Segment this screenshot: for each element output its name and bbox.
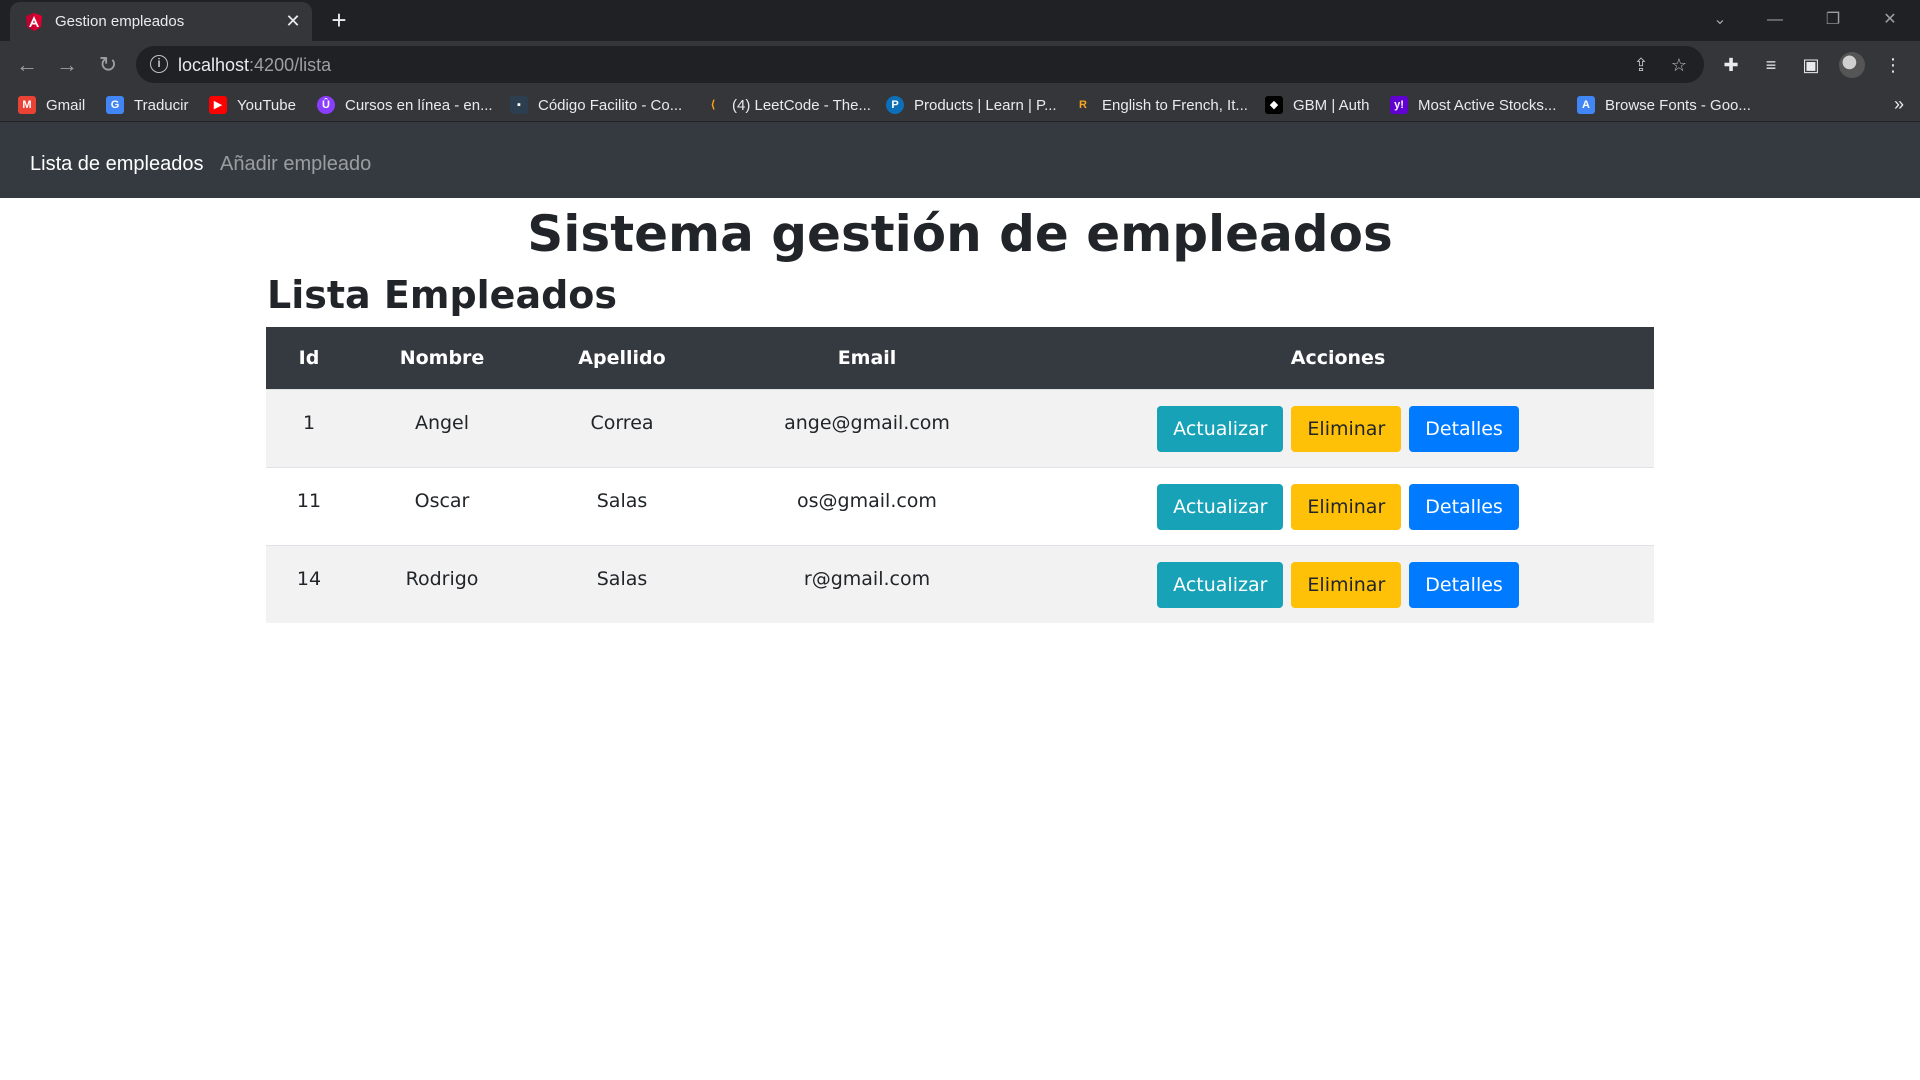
tab-title: Gestion empleados bbox=[55, 13, 185, 30]
bookmark-gmail[interactable]: M Gmail bbox=[18, 94, 85, 116]
cell-id: 1 bbox=[302, 411, 316, 434]
app-navbar: Lista de empleados Añadir empleado bbox=[0, 122, 1920, 198]
profile-avatar[interactable] bbox=[1839, 52, 1865, 78]
cell-nombre: Rodrigo bbox=[405, 567, 479, 590]
nav-lista-empleados[interactable]: Lista de empleados bbox=[30, 153, 203, 176]
delete-button[interactable]: Eliminar bbox=[1291, 405, 1402, 452]
forward-icon[interactable]: → bbox=[52, 50, 82, 80]
url-text: localhost:4200/lista bbox=[178, 55, 332, 75]
table-header: Id Nombre Apellido Email Acciones bbox=[266, 327, 1654, 389]
address-bar[interactable]: i localhost:4200/lista ⇪ ☆ bbox=[136, 46, 1704, 83]
table-row: 14 Rodrigo Salas r@gmail.com Actualizar E… bbox=[266, 545, 1654, 623]
bookmark-google-fonts[interactable]: A Browse Fonts - Goo... bbox=[1577, 94, 1751, 116]
side-panel-icon[interactable]: ▣ bbox=[1797, 51, 1825, 79]
tab-search-icon[interactable]: ⌄ bbox=[1700, 6, 1740, 34]
delete-button[interactable]: Eliminar bbox=[1291, 483, 1402, 530]
more-bookmarks-icon[interactable]: » bbox=[1894, 94, 1904, 115]
restore-icon[interactable]: ❐ bbox=[1813, 6, 1853, 34]
bookmark-yahoo[interactable]: y! Most Active Stocks... bbox=[1390, 94, 1556, 116]
cell-actions: Actualizar Eliminar Detalles bbox=[1022, 545, 1654, 623]
details-button[interactable]: Detalles bbox=[1409, 405, 1519, 452]
header-nombre: Nombre bbox=[399, 346, 485, 369]
cell-nombre: Angel bbox=[414, 411, 470, 434]
browser-toolbar: ← → ↻ i localhost:4200/lista ⇪ ☆ ✚ ≡ ▣ ⋮ bbox=[0, 41, 1920, 88]
cell-apellido: Correa bbox=[590, 411, 654, 434]
close-window-icon[interactable]: ✕ bbox=[1870, 6, 1910, 34]
bookmark-reverso[interactable]: R English to French, It... bbox=[1074, 94, 1248, 116]
cell-actions: Actualizar Eliminar Detalles bbox=[1022, 467, 1654, 545]
course-icon: Û bbox=[317, 96, 335, 114]
table-row: 11 Oscar Salas os@gmail.com Actualizar El… bbox=[266, 467, 1654, 545]
cell-apellido: Salas bbox=[596, 567, 648, 590]
cell-apellido: Salas bbox=[596, 489, 648, 512]
employees-table: Id Nombre Apellido Email Acciones 1 Ange… bbox=[266, 327, 1654, 623]
minimize-icon[interactable]: — bbox=[1755, 6, 1795, 34]
reverso-icon: R bbox=[1074, 96, 1092, 114]
browser-tab[interactable]: Gestion empleados ✕ bbox=[10, 2, 312, 41]
menu-kebab-icon[interactable]: ⋮ bbox=[1879, 51, 1907, 79]
delete-button[interactable]: Eliminar bbox=[1291, 561, 1402, 608]
details-button[interactable]: Detalles bbox=[1409, 483, 1519, 530]
extensions-icon[interactable]: ✚ bbox=[1717, 51, 1745, 79]
new-tab-icon[interactable]: + bbox=[325, 7, 353, 35]
media-control-icon[interactable]: ≡ bbox=[1757, 51, 1785, 79]
update-button[interactable]: Actualizar bbox=[1157, 405, 1284, 452]
header-email: Email bbox=[837, 346, 897, 369]
browser-tabstrip: Gestion empleados ✕ + ⌄ — ❐ ✕ bbox=[0, 0, 1920, 41]
bookmark-youtube[interactable]: ▶ YouTube bbox=[209, 94, 296, 116]
bookmark-leetcode[interactable]: ⟨ (4) LeetCode - The... bbox=[704, 94, 871, 116]
yahoo-icon: y! bbox=[1390, 96, 1408, 114]
header-acciones: Acciones bbox=[1290, 346, 1386, 369]
google-fonts-icon: A bbox=[1577, 96, 1595, 114]
bookmark-pearson[interactable]: P Products | Learn | P... bbox=[886, 94, 1057, 116]
translate-icon: G bbox=[106, 96, 124, 114]
update-button[interactable]: Actualizar bbox=[1157, 561, 1284, 608]
cell-id: 14 bbox=[296, 567, 322, 590]
bookmark-gbm[interactable]: ◆ GBM | Auth bbox=[1265, 94, 1369, 116]
header-apellido: Apellido bbox=[578, 346, 666, 369]
codigofacilito-icon: ▪ bbox=[510, 96, 528, 114]
header-id: Id bbox=[298, 346, 320, 369]
update-button[interactable]: Actualizar bbox=[1157, 483, 1284, 530]
bookmarks-bar: M Gmail G Traducir ▶ YouTube Û Cursos en lín… bbox=[0, 88, 1920, 122]
cell-email: ange@gmail.com bbox=[784, 411, 950, 434]
cell-email: r@gmail.com bbox=[803, 567, 931, 590]
page-title: Sistema gestión de empleados bbox=[527, 205, 1393, 263]
details-button[interactable]: Detalles bbox=[1409, 561, 1519, 608]
close-tab-icon[interactable]: ✕ bbox=[282, 10, 304, 32]
site-info-icon[interactable]: i bbox=[150, 55, 168, 73]
cell-actions: Actualizar Eliminar Detalles bbox=[1022, 389, 1654, 467]
bookmark-star-icon[interactable]: ☆ bbox=[1666, 52, 1692, 78]
share-icon[interactable]: ⇪ bbox=[1628, 52, 1654, 78]
cell-email: os@gmail.com bbox=[797, 489, 937, 512]
bookmark-cursos[interactable]: Û Cursos en línea - en... bbox=[317, 94, 493, 116]
cell-nombre: Oscar bbox=[414, 489, 470, 512]
back-icon[interactable]: ← bbox=[12, 50, 42, 80]
leetcode-icon: ⟨ bbox=[704, 96, 722, 114]
pearson-icon: P bbox=[886, 96, 904, 114]
bookmark-codigofacilito[interactable]: ▪ Código Facilito - Co... bbox=[510, 94, 682, 116]
nav-anadir-empleado[interactable]: Añadir empleado bbox=[220, 153, 371, 176]
cell-id: 11 bbox=[296, 489, 322, 512]
gbm-icon: ◆ bbox=[1265, 96, 1283, 114]
youtube-icon: ▶ bbox=[209, 96, 227, 114]
angular-icon bbox=[26, 13, 42, 31]
table-row: 1 Angel Correa ange@gmail.com Actualizar… bbox=[266, 389, 1654, 467]
list-title: Lista Empleados bbox=[267, 273, 618, 317]
gmail-icon: M bbox=[18, 96, 36, 114]
bookmark-traducir[interactable]: G Traducir bbox=[106, 94, 188, 116]
reload-icon[interactable]: ↻ bbox=[93, 50, 123, 80]
